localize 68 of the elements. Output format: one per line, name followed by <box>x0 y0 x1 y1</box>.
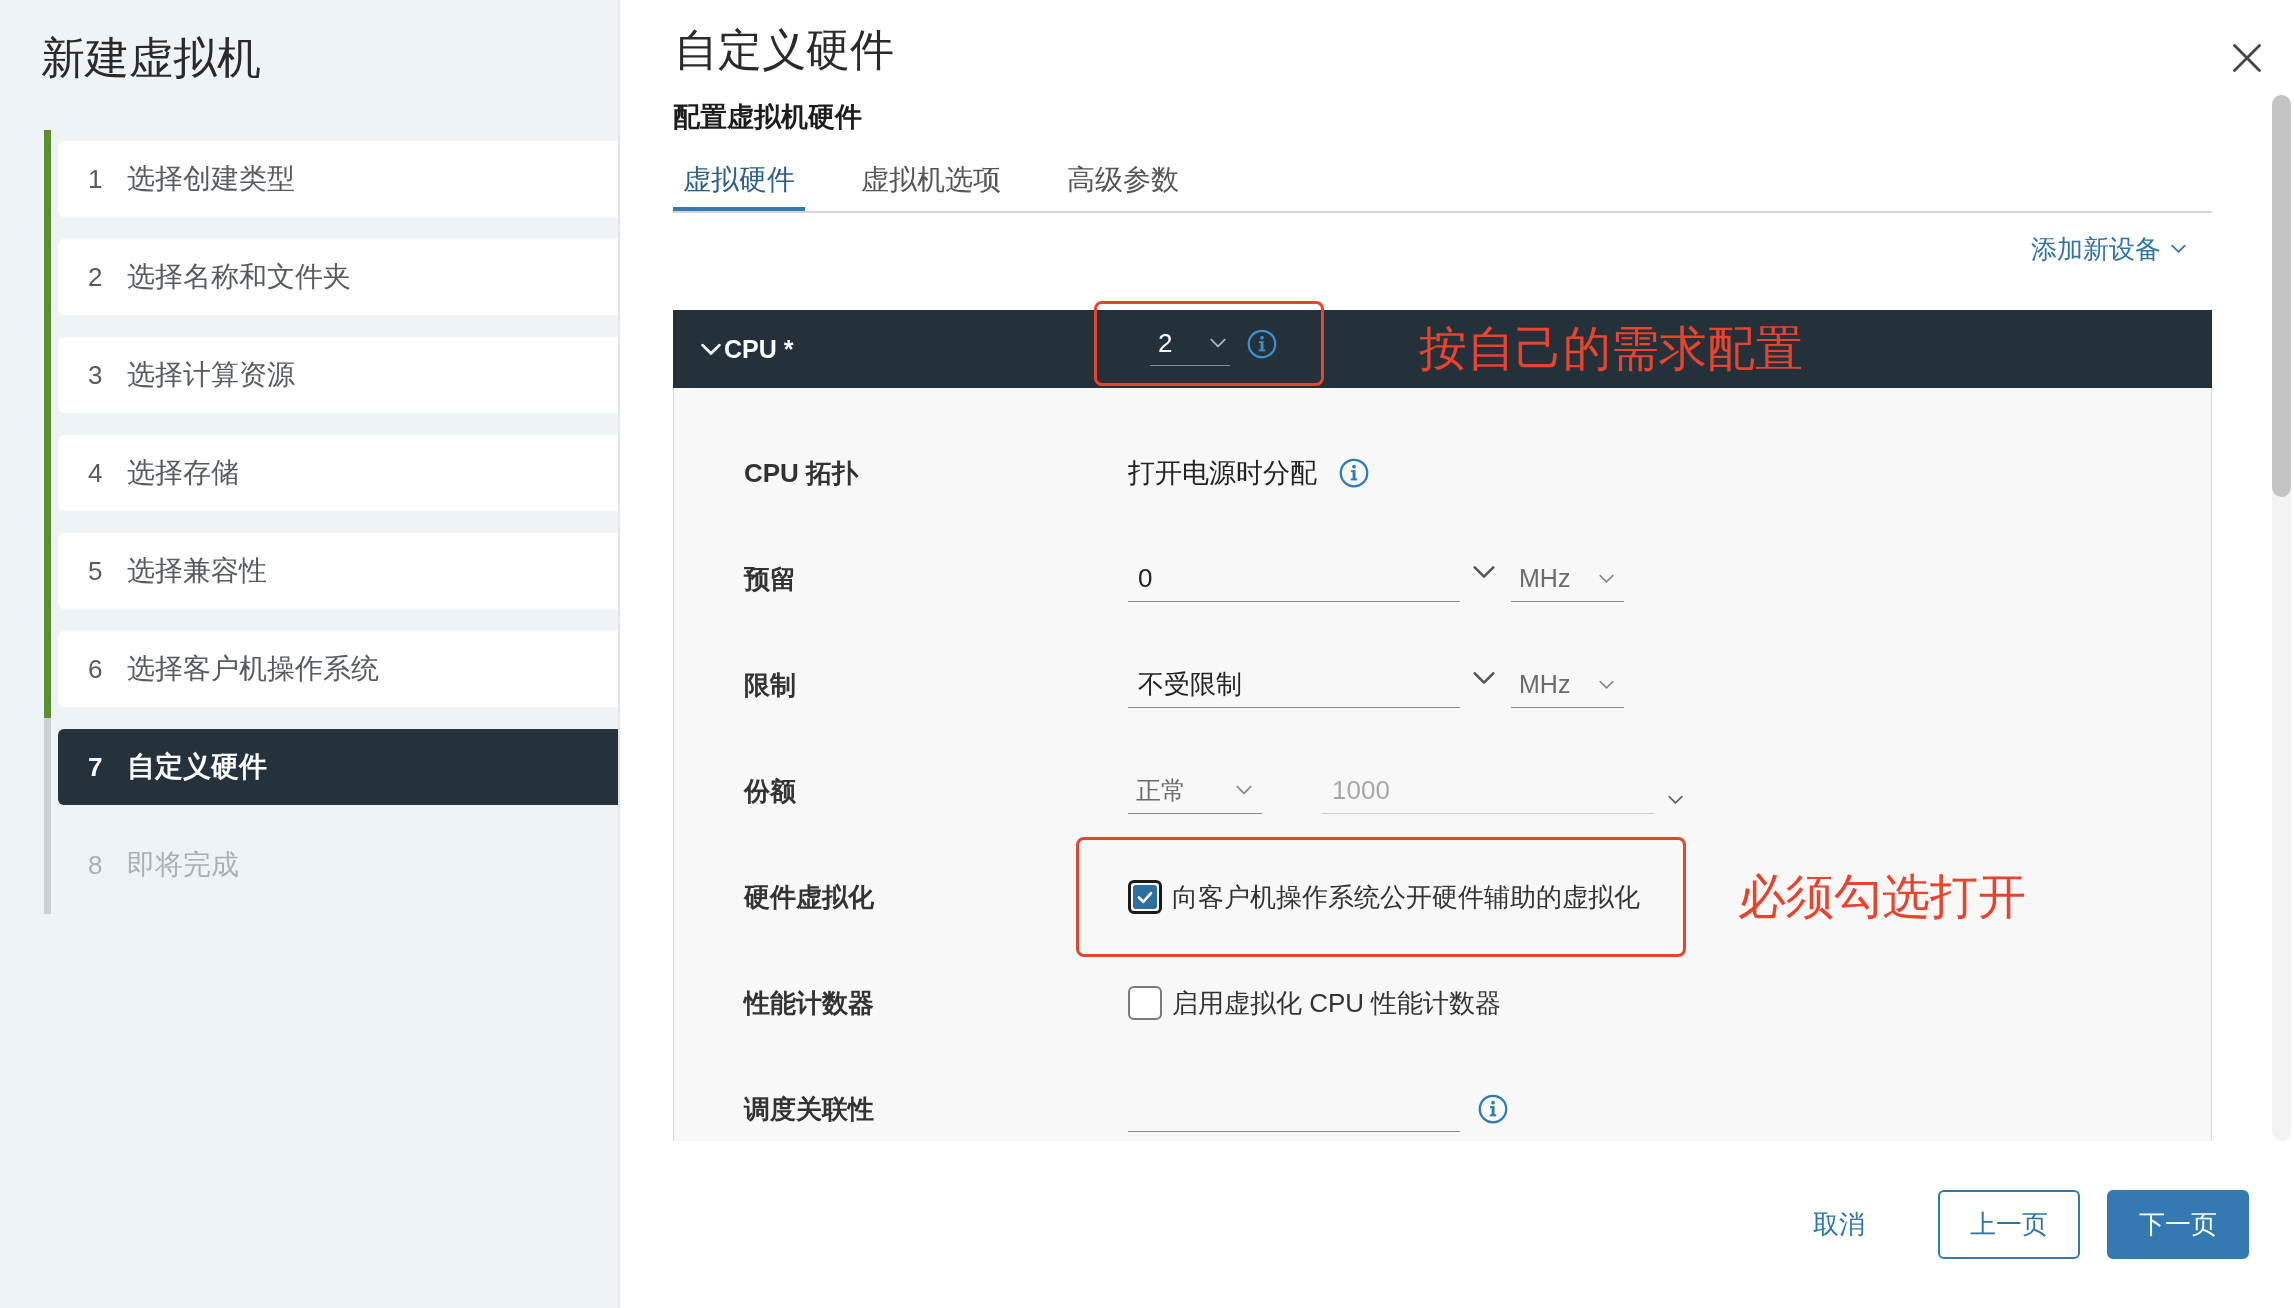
annotation-text: 按自己的需求配置 <box>1419 321 1803 377</box>
wizard-step[interactable]: 1 选择创建类型 <box>58 141 618 217</box>
field-label: 份额 <box>744 774 797 808</box>
add-device-link[interactable]: 添加新设备 <box>2031 232 2186 266</box>
field-label: 限制 <box>744 668 797 702</box>
step-number: 7 <box>88 751 104 783</box>
chevron-down-icon[interactable] <box>1668 795 1683 805</box>
section-subtitle: 配置虚拟机硬件 <box>673 101 863 133</box>
wizard-title: 新建虚拟机 <box>41 32 262 84</box>
step-number: 6 <box>88 653 104 685</box>
wizard-step[interactable]: 5 选择兼容性 <box>58 533 618 609</box>
chevron-down-icon <box>2171 244 2186 254</box>
chevron-down-icon <box>1236 785 1252 796</box>
step-label: 选择计算资源 <box>127 358 295 392</box>
wizard-step[interactable]: 7 自定义硬件 <box>58 729 618 805</box>
checkbox[interactable] <box>1128 880 1162 914</box>
scrollbar-track[interactable] <box>2272 95 2291 1141</box>
wizard-step[interactable]: 4 选择存储 <box>58 435 618 511</box>
tab[interactable]: 虚拟机选项 <box>851 147 1011 211</box>
info-icon[interactable] <box>1478 1094 1508 1124</box>
step-label: 选择名称和文件夹 <box>127 260 351 294</box>
field-value: 打开电源时分配 <box>1128 457 1317 490</box>
field-label: 预留 <box>744 562 797 596</box>
checkbox[interactable] <box>1128 986 1162 1020</box>
chevron-down-icon <box>1599 679 1614 690</box>
chevron-down-icon[interactable] <box>1473 565 1495 579</box>
chevron-down-icon <box>1210 337 1226 349</box>
chevron-down-icon[interactable] <box>1473 671 1495 685</box>
wizard-step[interactable]: 2 选择名称和文件夹 <box>58 239 618 315</box>
wizard-step[interactable]: 3 选择计算资源 <box>58 337 618 413</box>
text-field[interactable]: 0 <box>1128 556 1460 602</box>
close-icon[interactable] <box>2233 44 2261 72</box>
info-icon[interactable] <box>1339 458 1369 488</box>
text-field[interactable]: 不受限制 <box>1128 662 1460 708</box>
panel-toggle[interactable]: CPU * <box>701 333 794 365</box>
tab[interactable]: 高级参数 <box>1057 147 1189 211</box>
unit-select[interactable]: MHz <box>1511 662 1624 708</box>
step-label: 选择存储 <box>127 456 239 490</box>
step-number: 2 <box>88 261 104 293</box>
secondary-button[interactable]: 上一页 <box>1938 1190 2080 1259</box>
checkbox-label: 启用虚拟化 CPU 性能计数器 <box>1172 987 1502 1020</box>
step-label: 选择创建类型 <box>127 162 295 196</box>
step-number: 3 <box>88 359 104 391</box>
tab[interactable]: 虚拟硬件 <box>673 147 805 211</box>
dropdown[interactable]: 2 <box>1150 321 1230 366</box>
field-label: 调度关联性 <box>744 1092 875 1126</box>
step-number: 4 <box>88 457 104 489</box>
link-button[interactable]: 取消 <box>1803 1190 1875 1259</box>
dialog-title: 自定义硬件 <box>674 24 894 76</box>
step-label: 即将完成 <box>127 848 239 882</box>
field-label: 硬件虚拟化 <box>744 880 875 914</box>
step-number: 5 <box>88 555 104 587</box>
field-label: 性能计数器 <box>744 986 875 1020</box>
checkbox-label: 向客户机操作系统公开硬件辅助的虚拟化 <box>1172 881 1640 914</box>
scrollbar-thumb[interactable] <box>2272 95 2291 497</box>
chevron-down-icon <box>1599 573 1614 584</box>
unit-select[interactable]: MHz <box>1511 556 1624 602</box>
primary-button[interactable]: 下一页 <box>2107 1190 2249 1259</box>
info-icon[interactable] <box>1247 328 1277 359</box>
wizard-step[interactable]: 6 选择客户机操作系统 <box>58 631 618 707</box>
annotation-text: 必须勾选打开 <box>1738 869 2026 925</box>
step-number: 8 <box>88 849 104 881</box>
step-number: 1 <box>88 163 104 195</box>
step-label: 选择兼容性 <box>127 554 267 588</box>
checkmark-icon <box>1133 885 1157 909</box>
field-label: CPU 拓扑 <box>744 456 860 490</box>
step-label: 自定义硬件 <box>127 750 267 784</box>
step-label: 选择客户机操作系统 <box>127 652 379 686</box>
